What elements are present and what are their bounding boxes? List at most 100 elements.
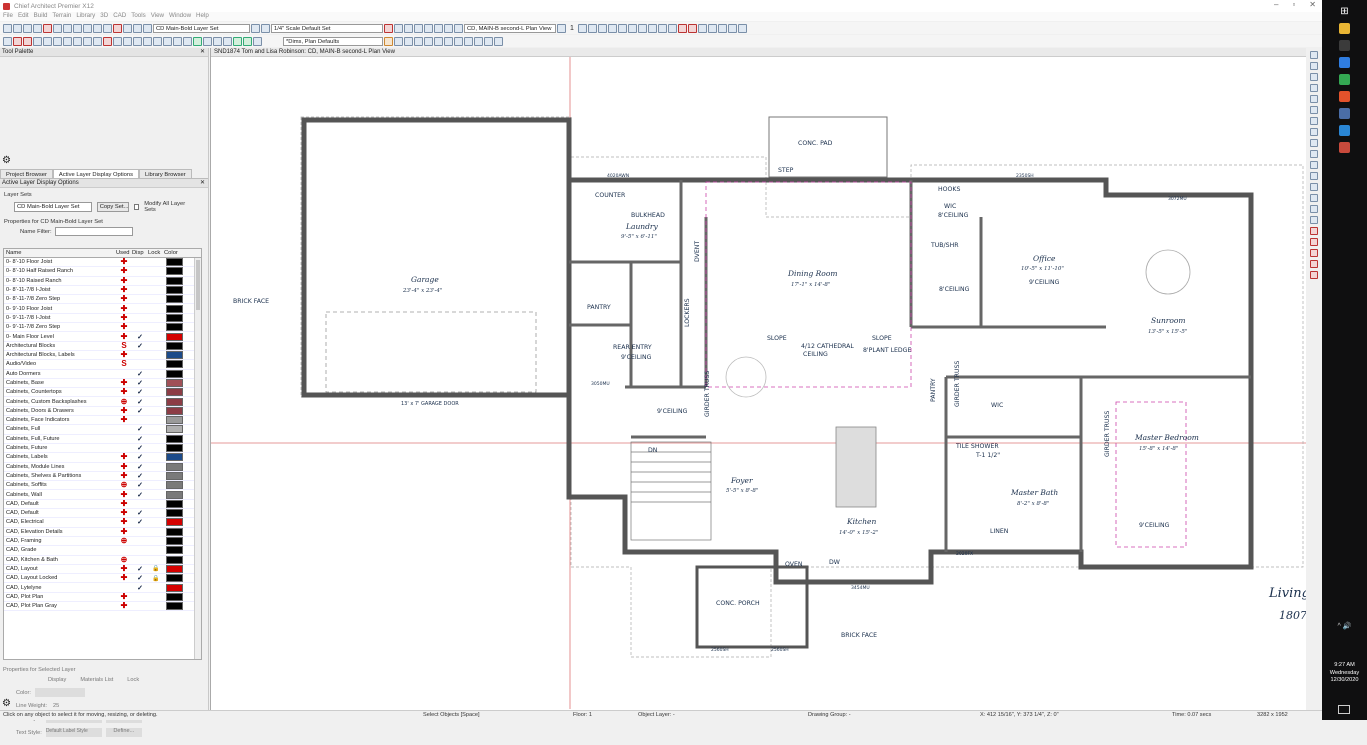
layer-display-checkbox[interactable]: ✓	[132, 435, 148, 443]
close-icon[interactable]: ✕	[200, 48, 205, 57]
pause-icon[interactable]	[727, 23, 737, 33]
window-icon[interactable]	[404, 23, 413, 33]
pencil-icon[interactable]	[384, 36, 393, 46]
text-tool-icon[interactable]	[143, 36, 152, 46]
notification-icon[interactable]	[1338, 705, 1350, 714]
layout-icon[interactable]	[1310, 216, 1318, 224]
menu-library[interactable]: Library	[76, 12, 95, 21]
layer-row[interactable]: 0- 8'-11-7/8 I-Joist ✚	[4, 286, 201, 296]
menu-3d[interactable]: 3D	[100, 12, 108, 21]
layer-display-checkbox[interactable]: ✓	[132, 333, 148, 341]
terrain-tool-icon[interactable]	[113, 36, 122, 46]
scale-icon[interactable]	[261, 23, 270, 33]
layer-tool-icon[interactable]	[193, 36, 202, 46]
col-lock[interactable]: Lock	[148, 249, 164, 257]
layer-color-swatch[interactable]	[166, 276, 183, 285]
layer-color-swatch[interactable]	[166, 453, 183, 462]
layer-row[interactable]: Cabinets, Wall ✚ ✓	[4, 490, 201, 500]
stairs-icon[interactable]	[414, 23, 423, 33]
marker-tool-icon[interactable]	[173, 36, 182, 46]
grid-icon[interactable]	[1310, 150, 1318, 158]
layer-display-checkbox[interactable]: ✓	[132, 388, 148, 396]
layer-lock-toggle[interactable]: 🔒	[148, 575, 164, 582]
layer-color-swatch[interactable]	[166, 406, 183, 415]
layer-row[interactable]: 0- 8'-10 Half Raised Ranch ✚	[4, 267, 201, 277]
fill-tool-icon[interactable]	[213, 36, 222, 46]
rotate-icon[interactable]	[1310, 260, 1318, 268]
acrobat-icon[interactable]	[1339, 125, 1350, 136]
layer-display-checkbox[interactable]: ✓	[132, 444, 148, 452]
bumping-icon[interactable]	[1310, 194, 1318, 202]
gear-icon[interactable]: ⚙	[2, 698, 11, 709]
door-icon[interactable]	[394, 23, 403, 33]
layer-row[interactable]: Cabinets, Soffits ⊕ ✓	[4, 481, 201, 491]
windows-icon[interactable]: ⊞	[1339, 6, 1350, 17]
layer-display-checkbox[interactable]: ✓	[132, 379, 148, 387]
close-icon[interactable]: ✕	[200, 179, 205, 188]
col-disp[interactable]: Disp	[132, 249, 148, 257]
plant-icon[interactable]	[243, 36, 252, 46]
display-checkbox[interactable]: Display	[48, 677, 66, 683]
fixture-icon[interactable]	[434, 23, 443, 33]
layer-row[interactable]: 0- Main Floor Level ✚ ✓	[4, 332, 201, 342]
layer-color-swatch[interactable]	[166, 555, 183, 564]
room-icon[interactable]	[23, 36, 32, 46]
elevation-tool-icon[interactable]	[183, 36, 192, 46]
record-icon[interactable]	[707, 23, 717, 33]
aerial-view-icon[interactable]	[1310, 128, 1318, 136]
layer-display-checkbox[interactable]: ✓	[132, 491, 148, 499]
floor-plan[interactable]: Garage 23'-4" x 23'-4" 13' x 7' GARAGE D…	[211, 57, 1306, 709]
pan-icon[interactable]	[1310, 84, 1318, 92]
drawing-canvas[interactable]: SND1874 Tom and Lisa Robinson: CD, MAIN-…	[210, 48, 1306, 710]
rectangle-icon[interactable]	[434, 36, 443, 46]
menu-cad[interactable]: CAD	[113, 12, 126, 21]
layer-row[interactable]: Cabinets, Face Indicators ✚	[4, 416, 201, 426]
text-icon[interactable]	[123, 23, 132, 33]
zoom-in-icon[interactable]	[1310, 51, 1318, 59]
layer-display-checkbox[interactable]: ✓	[132, 407, 148, 415]
col-color[interactable]: Color	[164, 249, 184, 257]
copy-icon[interactable]	[53, 23, 62, 33]
menu-window[interactable]: Window	[169, 12, 191, 21]
layer-row[interactable]: Cabinets, Countertops ✚ ✓	[4, 388, 201, 398]
open-file-icon[interactable]	[13, 23, 22, 33]
layer-display-checkbox[interactable]: ✓	[132, 481, 148, 489]
photoshop-icon[interactable]	[1339, 57, 1350, 68]
garage-walls[interactable]	[301, 117, 572, 398]
dims-select[interactable]: *Dims, Plan Defaults	[283, 36, 383, 46]
paste-icon[interactable]	[63, 23, 72, 33]
stop-icon[interactable]	[717, 23, 727, 33]
render-icon[interactable]	[667, 23, 677, 33]
layer-row[interactable]: CAD, Plot Plan ✚	[4, 592, 201, 602]
material-icon[interactable]	[697, 23, 707, 33]
layer-row[interactable]: Cabinets, Doors & Drawers ✚ ✓	[4, 406, 201, 417]
layer-color-swatch[interactable]	[166, 574, 183, 583]
layer-row[interactable]: Audio/Video S	[4, 360, 201, 370]
layer-display-checkbox[interactable]: ✓	[132, 370, 148, 378]
scroll-thumb[interactable]	[196, 260, 200, 310]
cabinet-tool-icon[interactable]	[33, 36, 42, 46]
layer-color-swatch[interactable]	[166, 416, 183, 425]
polyline-icon[interactable]	[444, 36, 453, 46]
window-tool-icon[interactable]	[53, 36, 62, 46]
close-button[interactable]: ✕	[1309, 0, 1316, 9]
text-insert-icon[interactable]	[404, 36, 413, 46]
tree-icon[interactable]	[233, 36, 242, 46]
layer-color-swatch[interactable]	[166, 341, 183, 350]
layer-row[interactable]: CAD, Grade	[4, 546, 201, 556]
maximize-button[interactable]: ▫	[1292, 0, 1295, 9]
layer-row[interactable]: 0- 8'-10 Raised Ranch ✚	[4, 276, 201, 286]
lock-checkbox[interactable]: Lock	[127, 677, 139, 683]
taskbar-clock[interactable]: 9:27 AM Wednesday 12/30/2020	[1322, 662, 1367, 685]
callout-tool-icon[interactable]	[163, 36, 172, 46]
layer-color-swatch[interactable]	[166, 295, 183, 304]
layer-color-swatch[interactable]	[166, 564, 183, 573]
scale-select[interactable]: 1/4" Scale Default Set	[271, 23, 383, 33]
layer-color-swatch[interactable]	[166, 304, 183, 313]
glasses-icon[interactable]	[677, 23, 687, 33]
menu-file[interactable]: File	[3, 12, 13, 21]
copy-set-button[interactable]: Copy Set...	[96, 202, 129, 212]
layer-display-checkbox[interactable]: ✓	[132, 463, 148, 471]
minimize-button[interactable]: –	[1274, 0, 1278, 9]
layer-color-swatch[interactable]	[166, 425, 183, 434]
